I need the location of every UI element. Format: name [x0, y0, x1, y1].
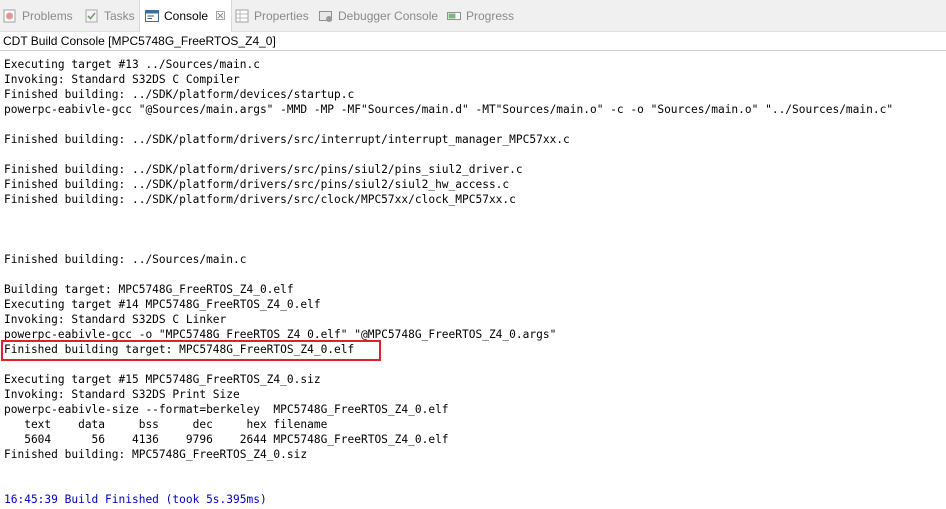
console-line: Invoking: Standard S32DS C Linker	[4, 313, 227, 326]
console-line: powerpc-eabivle-gcc "@Sources/main.args"…	[4, 103, 894, 116]
console-line: powerpc-eabivle-gcc -o "MPC5748G_FreeRTO…	[4, 328, 557, 341]
close-icon[interactable]: ☒	[215, 9, 226, 23]
properties-icon	[234, 8, 250, 24]
console-line: Finished building: ../Sources/main.c	[4, 253, 247, 266]
console-line: Invoking: Standard S32DS C Compiler	[4, 73, 240, 86]
console-output[interactable]: Executing target #13 ../Sources/main.c I…	[0, 57, 946, 509]
tab-label: Console	[164, 9, 209, 23]
console-line: Building target: MPC5748G_FreeRTOS_Z4_0.…	[4, 283, 294, 296]
console-line: Finished building: ../SDK/platform/drive…	[4, 163, 523, 176]
tab-label: Properties	[254, 8, 309, 23]
console-line: Executing target #14 MPC5748G_FreeRTOS_Z…	[4, 298, 321, 311]
build-finished-line: 16:45:39 Build Finished (took 5s.395ms)	[4, 493, 267, 506]
tab-label: Debugger Console	[338, 8, 439, 23]
divider	[0, 50, 946, 51]
debugger-console-icon	[318, 8, 334, 24]
tab-tasks[interactable]: Tasks	[84, 0, 135, 31]
view-tab-bar: Problems Tasks Console ☒ Properties Debu…	[0, 0, 946, 32]
tab-problems[interactable]: Problems	[2, 0, 73, 31]
console-line: 5604 56 4136 9796 2644 MPC5748G_FreeRTOS…	[4, 433, 449, 446]
console-line: Finished building: ../SDK/platform/drive…	[4, 193, 516, 206]
tab-label: Problems	[22, 8, 73, 23]
tab-debugger-console[interactable]: Debugger Console	[318, 0, 438, 31]
tab-label: Tasks	[104, 8, 135, 23]
tab-properties[interactable]: Properties	[234, 0, 309, 31]
console-line: Invoking: Standard S32DS Print Size	[4, 388, 240, 401]
tab-progress[interactable]: Progress	[446, 0, 514, 31]
console-title: CDT Build Console [MPC5748G_FreeRTOS_Z4_…	[0, 32, 946, 50]
progress-icon	[446, 8, 462, 24]
tasks-icon	[84, 8, 100, 24]
console-icon	[144, 8, 160, 24]
console-line: powerpc-eabivle-size --format=berkeley M…	[4, 403, 449, 416]
console-line: Finished building: ../SDK/platform/drive…	[4, 133, 570, 146]
console-line-highlighted: Finished building target: MPC5748G_FreeR…	[4, 343, 355, 356]
tab-label: Progress	[466, 8, 515, 23]
console-line: Executing target #13 ../Sources/main.c	[4, 58, 260, 71]
tab-console[interactable]: Console ☒	[139, 0, 232, 32]
problems-icon	[2, 8, 18, 24]
console-line: Finished building: ../SDK/platform/drive…	[4, 178, 510, 191]
console-line: text data bss dec hex filename	[4, 418, 328, 431]
console-line: Executing target #15 MPC5748G_FreeRTOS_Z…	[4, 373, 321, 386]
console-line: Finished building: ../SDK/platform/devic…	[4, 88, 355, 101]
console-line: Finished building: MPC5748G_FreeRTOS_Z4_…	[4, 448, 308, 461]
